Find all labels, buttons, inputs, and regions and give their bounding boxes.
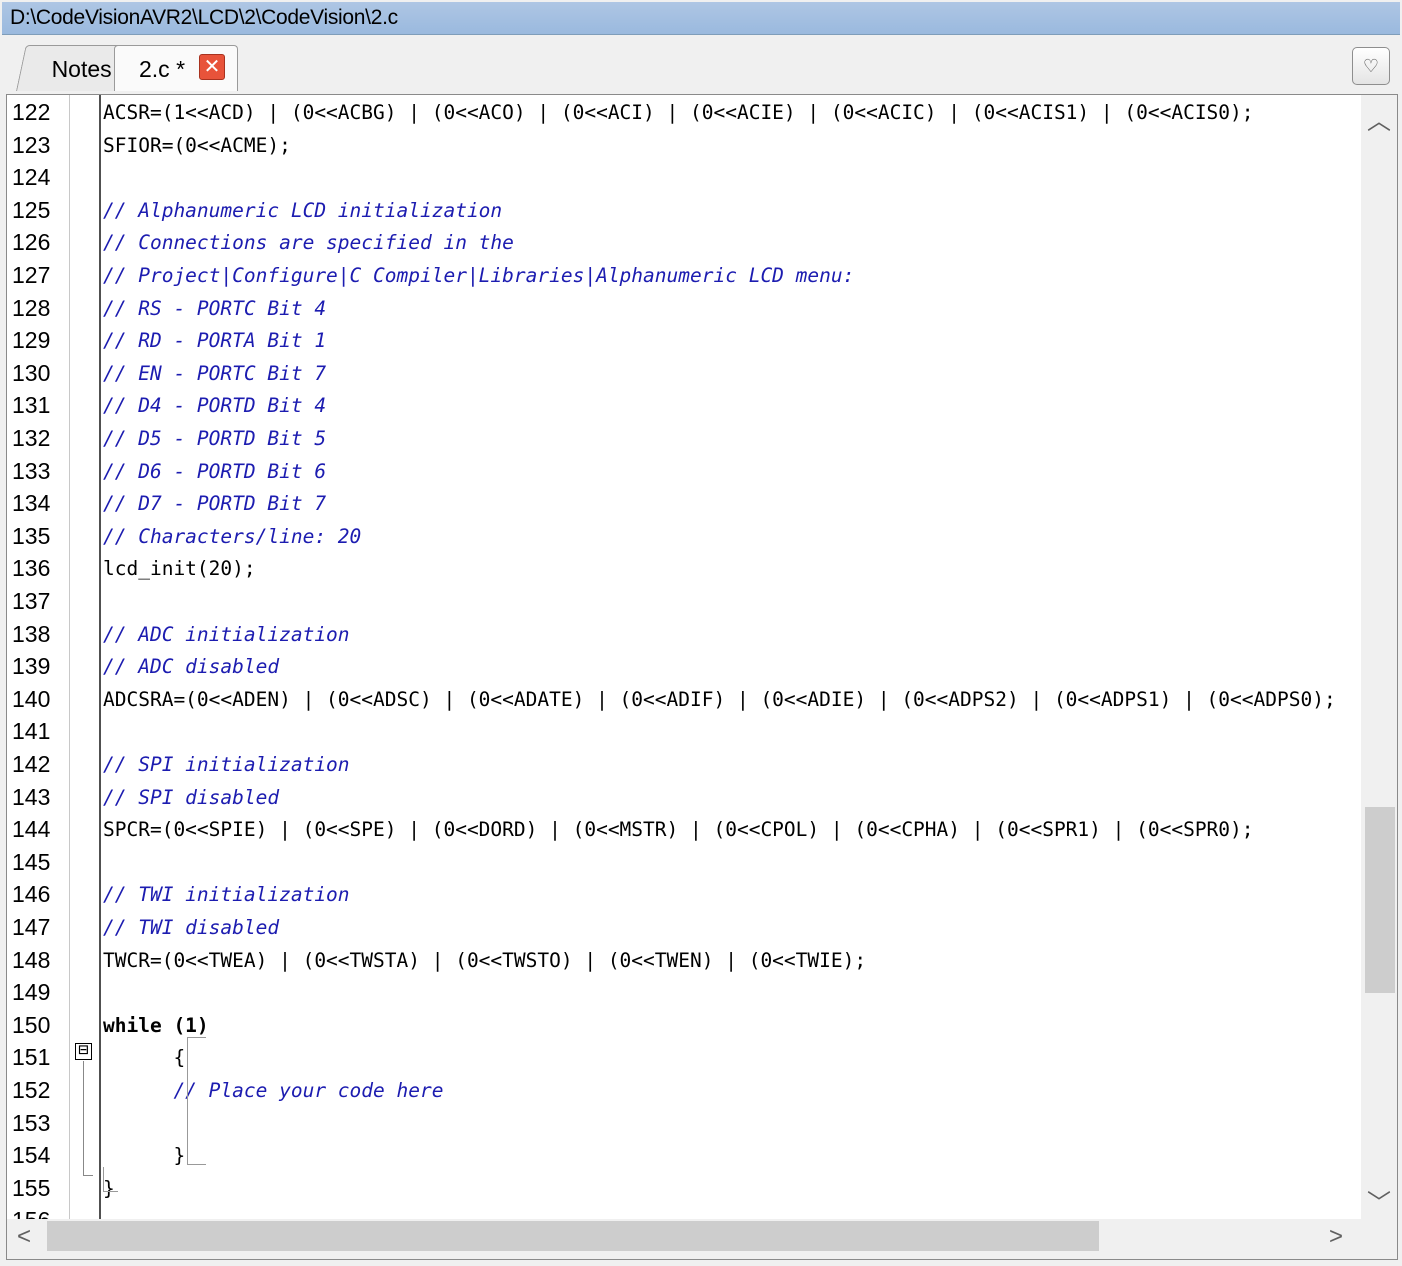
line-number: 129 [12,327,51,354]
line-number: 146 [12,881,51,908]
code-line[interactable]: // EN - PORTC Bit 7 [103,362,1361,385]
line-number: 130 [12,359,51,386]
line-number: 142 [12,751,51,777]
line-number: 151 [12,1044,51,1071]
code-line[interactable]: // TWI disabled [103,916,1361,939]
code-line[interactable]: // Connections are specified in the [103,231,1361,254]
line-number: 149 [12,979,51,1006]
horizontal-scrollbar[interactable]: < > [7,1219,1361,1259]
line-number: 148 [12,946,51,973]
tab-menu-button[interactable]: ♡ [1352,47,1390,85]
line-number: 137 [12,588,51,614]
code-line[interactable]: // RD - PORTA Bit 1 [103,329,1361,352]
fold-end [83,1175,93,1176]
code-line[interactable]: } [103,1144,1361,1167]
chevron-left-icon[interactable]: < [17,1223,31,1251]
line-number: 138 [12,620,51,647]
line-number: 127 [12,262,51,288]
line-number: 132 [12,425,51,451]
tab-notes-label: Notes [51,56,112,82]
horizontal-scroll-thumb[interactable] [47,1221,1099,1251]
line-number: 150 [12,1011,51,1038]
chevron-up-icon[interactable]: ︿ [1361,101,1397,135]
vertical-scrollbar[interactable]: ︿ ﹀ [1361,95,1397,1219]
line-number: 135 [12,522,51,549]
fold-line [83,1061,84,1175]
brace-guide-outer [103,1167,118,1192]
fold-toggle-icon[interactable]: ⊟ [75,1042,92,1060]
scrollbar-corner [1361,1219,1397,1259]
code-line[interactable]: // Alphanumeric LCD initialization [103,199,1361,222]
code-line[interactable]: ACSR=(1<<ACD) | (0<<ACBG) | (0<<ACO) | (… [103,101,1361,124]
line-number: 131 [12,392,51,419]
chevron-right-icon[interactable]: > [1329,1223,1343,1251]
gutter-separator [69,95,70,1219]
line-number: 155 [12,1174,51,1201]
line-number: 133 [12,457,51,484]
line-number: 154 [12,1142,51,1169]
code-editor[interactable]: 122 123 124 125 126 127 128 129 130 131 132 133 134 1… [6,94,1398,1260]
heart-chevron-icon: ♡ [1362,56,1380,76]
line-number: 126 [12,229,51,256]
code-line[interactable]: ADCSRA=(0<<ADEN) | (0<<ADSC) | (0<<ADATE… [103,688,1361,711]
code-line[interactable]: // D6 - PORTD Bit 6 [103,460,1361,483]
fold-margin-separator [99,95,101,1219]
code-line[interactable]: // D7 - PORTD Bit 7 [103,492,1361,515]
line-number: 152 [12,1077,51,1103]
code-line[interactable]: TWCR=(0<<TWEA) | (0<<TWSTA) | (0<<TWSTO)… [103,949,1361,972]
code-line[interactable]: { [103,1046,1361,1069]
line-number: 125 [12,196,51,223]
chevron-down-icon[interactable]: ﹀ [1361,1183,1397,1217]
code-line[interactable]: SFIOR=(0<<ACME); [103,134,1361,157]
tab-notes[interactable]: Notes [16,45,128,91]
line-number: 140 [12,685,51,712]
code-line[interactable]: // D5 - PORTD Bit 5 [103,427,1361,450]
code-line[interactable]: // Project|Configure|C Compiler|Librarie… [103,264,1361,287]
line-number: 134 [12,490,51,517]
line-number: 144 [12,816,51,843]
code-line[interactable]: // RS - PORTC Bit 4 [103,297,1361,320]
line-number: 136 [12,555,51,582]
line-number: 128 [12,294,51,321]
code-line[interactable]: // TWI initialization [103,883,1361,906]
window-title: D:\CodeVisionAVR2\LCD\2\CodeVision\2.c [10,6,398,29]
code-line[interactable]: // D4 - PORTD Bit 4 [103,394,1361,417]
code-line[interactable]: // ADC initialization [103,623,1361,646]
line-number: 124 [12,164,51,191]
line-number: 122 [12,99,51,125]
close-icon[interactable]: ✕ [199,54,225,80]
line-number: 147 [12,914,51,940]
line-number: 123 [12,131,51,158]
tab-2c[interactable]: 2.c * ✕ [114,45,238,91]
line-number: 143 [12,783,51,810]
line-number: 141 [12,718,51,745]
code-line[interactable]: lcd_init(20); [103,557,1361,580]
window-titlebar: D:\CodeVisionAVR2\LCD\2\CodeVision\2.c [2,2,1400,35]
line-number: 139 [12,653,51,680]
tab-2c-label: 2.c * [139,56,186,82]
code-line-text: while (1) [103,1013,209,1037]
code-line[interactable]: while (1) [103,1014,1361,1037]
code-line[interactable]: // SPI disabled [103,786,1361,809]
vertical-scroll-thumb[interactable] [1365,807,1395,993]
line-number: 153 [12,1109,51,1136]
code-line[interactable]: SPCR=(0<<SPIE) | (0<<SPE) | (0<<DORD) | … [103,818,1361,841]
code-line[interactable]: } [103,1177,1361,1200]
code-line[interactable]: // Characters/line: 20 [103,525,1361,548]
code-line[interactable]: // Place your code here [103,1079,1361,1102]
code-line[interactable]: // SPI initialization [103,753,1361,776]
line-number: 145 [12,848,51,875]
brace-guide [187,1037,206,1165]
code-line[interactable]: // ADC disabled [103,655,1361,678]
tab-bar: Notes 2.c * ✕ ♡ [2,35,1400,93]
